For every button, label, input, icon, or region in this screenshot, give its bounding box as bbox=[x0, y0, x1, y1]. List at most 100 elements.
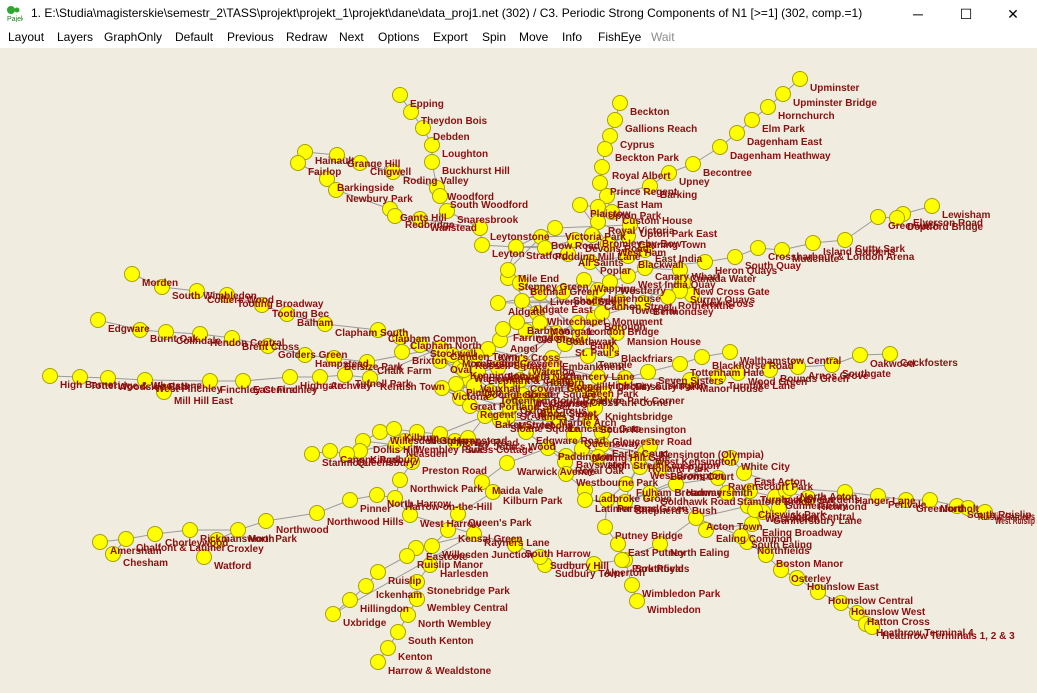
menu-graphonly[interactable]: GraphOnly bbox=[104, 30, 162, 44]
station-node[interactable] bbox=[500, 262, 516, 278]
station-node[interactable] bbox=[369, 487, 385, 503]
station-node[interactable] bbox=[597, 141, 613, 157]
station-node[interactable] bbox=[870, 209, 886, 225]
station-node[interactable] bbox=[309, 505, 325, 521]
menu-info[interactable]: Info bbox=[562, 30, 582, 44]
maximize-button[interactable]: ☐ bbox=[943, 0, 989, 28]
station-label: Hounslow East bbox=[807, 582, 879, 593]
menu-layers[interactable]: Layers bbox=[57, 30, 93, 44]
network-drawing[interactable]: EppingTheydon BoisDebdenLoughtonBuckhurs… bbox=[0, 48, 1037, 693]
station-node[interactable] bbox=[640, 364, 656, 380]
station-label: Upminster bbox=[810, 83, 860, 94]
station-node[interactable] bbox=[372, 424, 388, 440]
menu-default[interactable]: Default bbox=[175, 30, 213, 44]
station-node[interactable] bbox=[424, 154, 440, 170]
station-node[interactable] bbox=[258, 513, 274, 529]
station-label: Elm Park bbox=[762, 124, 805, 135]
station-node[interactable] bbox=[147, 526, 163, 542]
station-node[interactable] bbox=[390, 624, 406, 640]
station-node[interactable] bbox=[729, 125, 745, 141]
station-node[interactable] bbox=[792, 71, 808, 87]
station-label: Chalk Farm bbox=[377, 366, 432, 377]
station-node[interactable] bbox=[118, 531, 134, 547]
station-node[interactable] bbox=[607, 112, 623, 128]
station-node[interactable] bbox=[92, 534, 108, 550]
menu-spin[interactable]: Spin bbox=[482, 30, 506, 44]
station-node[interactable] bbox=[370, 564, 386, 580]
station-node[interactable] bbox=[837, 232, 853, 248]
station-node[interactable] bbox=[499, 455, 515, 471]
station-label: Westminster bbox=[533, 399, 593, 410]
station-node[interactable] bbox=[760, 99, 776, 115]
station-label: Kenton bbox=[398, 652, 432, 663]
menu-previous[interactable]: Previous bbox=[227, 30, 274, 44]
station-node[interactable] bbox=[685, 156, 701, 172]
station-node[interactable] bbox=[342, 592, 358, 608]
station-label: Kentish Town bbox=[380, 382, 445, 393]
menu-export[interactable]: Export bbox=[433, 30, 468, 44]
station-label: Queensway bbox=[584, 439, 640, 450]
menu-redraw[interactable]: Redraw bbox=[286, 30, 327, 44]
station-node[interactable] bbox=[594, 159, 610, 175]
station-label: Chesham bbox=[123, 558, 168, 569]
menu-fisheye[interactable]: FishEye bbox=[598, 30, 641, 44]
station-node[interactable] bbox=[727, 249, 743, 265]
station-node[interactable] bbox=[322, 443, 338, 459]
station-node[interactable] bbox=[392, 87, 408, 103]
station-node[interactable] bbox=[282, 369, 298, 385]
minimize-button[interactable]: ─ bbox=[895, 0, 941, 28]
menu-options[interactable]: Options bbox=[378, 30, 419, 44]
station-label: Edgware bbox=[108, 324, 150, 335]
station-node[interactable] bbox=[325, 606, 341, 622]
station-node[interactable] bbox=[392, 472, 408, 488]
station-node[interactable] bbox=[304, 446, 320, 462]
station-node[interactable] bbox=[577, 492, 593, 508]
station-node[interactable] bbox=[386, 421, 402, 437]
station-node[interactable] bbox=[744, 112, 760, 128]
station-node[interactable] bbox=[572, 197, 588, 213]
close-button[interactable]: ✕ bbox=[990, 0, 1036, 28]
station-node[interactable] bbox=[672, 356, 688, 372]
station-label: Watford bbox=[214, 561, 251, 572]
station-node[interactable] bbox=[432, 188, 448, 204]
station-node[interactable] bbox=[712, 139, 728, 155]
station-node[interactable] bbox=[380, 640, 396, 656]
station-node[interactable] bbox=[852, 347, 868, 363]
station-node[interactable] bbox=[750, 240, 766, 256]
station-label: Upney bbox=[679, 177, 710, 188]
station-node[interactable] bbox=[722, 344, 738, 360]
station-node[interactable] bbox=[342, 492, 358, 508]
station-node[interactable] bbox=[399, 548, 415, 564]
station-node[interactable] bbox=[547, 220, 563, 236]
station-node[interactable] bbox=[124, 266, 140, 282]
station-node[interactable] bbox=[42, 368, 58, 384]
station-node[interactable] bbox=[370, 654, 386, 670]
station-node[interactable] bbox=[182, 522, 198, 538]
station-node[interactable] bbox=[624, 577, 640, 593]
menu-layout[interactable]: Layout bbox=[8, 30, 44, 44]
station-label: Royal Albert bbox=[612, 171, 671, 182]
network-canvas[interactable]: Epping Theydon Bois Debden Loughton Buckhurs… bbox=[0, 48, 1037, 693]
station-node[interactable] bbox=[90, 312, 106, 328]
station-node[interactable] bbox=[474, 237, 490, 253]
window-title: 1. E:\Studia\magisterskie\semestr_2\TASS… bbox=[31, 6, 863, 20]
menu-next[interactable]: Next bbox=[339, 30, 364, 44]
station-node[interactable] bbox=[495, 321, 511, 337]
station-node[interactable] bbox=[924, 198, 940, 214]
station-node[interactable] bbox=[805, 235, 821, 251]
station-node[interactable] bbox=[448, 376, 464, 392]
station-label: Barkingside bbox=[337, 183, 395, 194]
station-node[interactable] bbox=[612, 95, 628, 111]
menu-wait: Wait bbox=[651, 30, 675, 44]
station-node[interactable] bbox=[490, 295, 506, 311]
station-label: Upton Park East bbox=[640, 229, 718, 240]
station-node[interactable] bbox=[358, 578, 374, 594]
station-node[interactable] bbox=[394, 344, 410, 360]
station-label: St. John's Wood bbox=[478, 442, 556, 453]
station-node[interactable] bbox=[694, 349, 710, 365]
station-node[interactable] bbox=[597, 519, 613, 535]
menu-move[interactable]: Move bbox=[519, 30, 548, 44]
station-node[interactable] bbox=[290, 155, 306, 171]
station-node[interactable] bbox=[775, 86, 791, 102]
station-label: Wembley Central bbox=[427, 603, 508, 614]
